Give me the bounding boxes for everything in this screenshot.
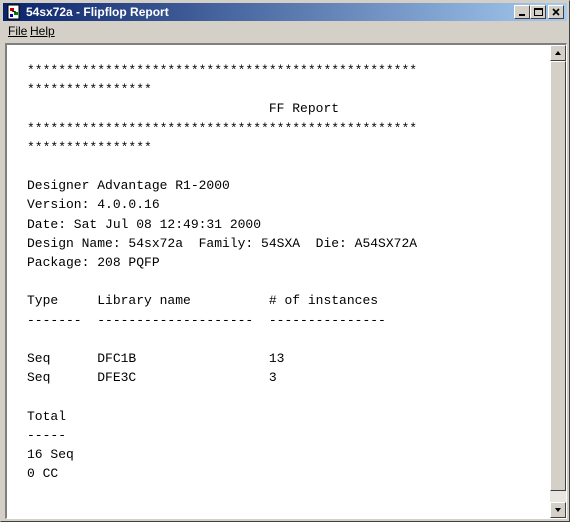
report-line: ------- -------------------- -----------…: [27, 312, 386, 328]
minimize-icon: [519, 14, 525, 16]
report-line: Type Library name # of instances: [27, 293, 379, 309]
report-line: ****************************************…: [27, 63, 418, 78]
report-line: FF Report: [27, 101, 340, 117]
report-text-area[interactable]: ****************************************…: [5, 43, 567, 519]
close-button[interactable]: [548, 5, 564, 19]
report-line: ****************: [27, 82, 152, 98]
title-bar[interactable]: 54sx72a - Flipflop Report: [3, 3, 567, 21]
menu-bar: File Help: [3, 22, 567, 41]
menu-help-label: Help: [30, 24, 55, 38]
report-line: Total: [27, 408, 67, 424]
maximize-button[interactable]: [530, 5, 546, 19]
menu-file-label: File: [8, 24, 28, 38]
report-line: 16 Seq: [27, 447, 74, 463]
vertical-scrollbar[interactable]: [550, 45, 566, 518]
report-line: Seq DFE3C 3: [27, 370, 277, 386]
report-line: Package: 208 PQFP: [27, 255, 160, 271]
report-line: Design Name: 54sx72a Family: 54SXA Die: …: [27, 235, 418, 251]
menu-file[interactable]: File: [6, 24, 29, 39]
scroll-down-button[interactable]: [550, 502, 566, 518]
arrow-up-icon: [555, 51, 561, 55]
maximize-icon: [534, 8, 543, 16]
report-line: ****************: [27, 139, 152, 155]
report-content: ****************************************…: [27, 61, 417, 483]
scroll-thumb[interactable]: [550, 61, 566, 491]
report-line: Seq DFC1B 13: [27, 351, 285, 367]
scroll-up-button[interactable]: [550, 45, 566, 61]
menu-help[interactable]: Help: [28, 24, 57, 39]
report-line: Designer Advantage R1-2000: [27, 178, 230, 194]
close-icon: [552, 8, 560, 16]
report-app-icon[interactable]: [6, 4, 22, 20]
window-title: 54sx72a - Flipflop Report: [26, 5, 169, 19]
report-window: 54sx72a - Flipflop Report File Help ****…: [0, 0, 570, 522]
report-line: 0 CC: [27, 466, 59, 482]
report-line: Version: 4.0.0.16: [27, 197, 160, 213]
report-line: ****************************************…: [27, 120, 418, 136]
report-line: -----: [27, 427, 67, 443]
report-line: Date: Sat Jul 08 12:49:31 2000: [27, 216, 262, 232]
minimize-button[interactable]: [514, 5, 530, 19]
arrow-down-icon: [555, 508, 561, 512]
